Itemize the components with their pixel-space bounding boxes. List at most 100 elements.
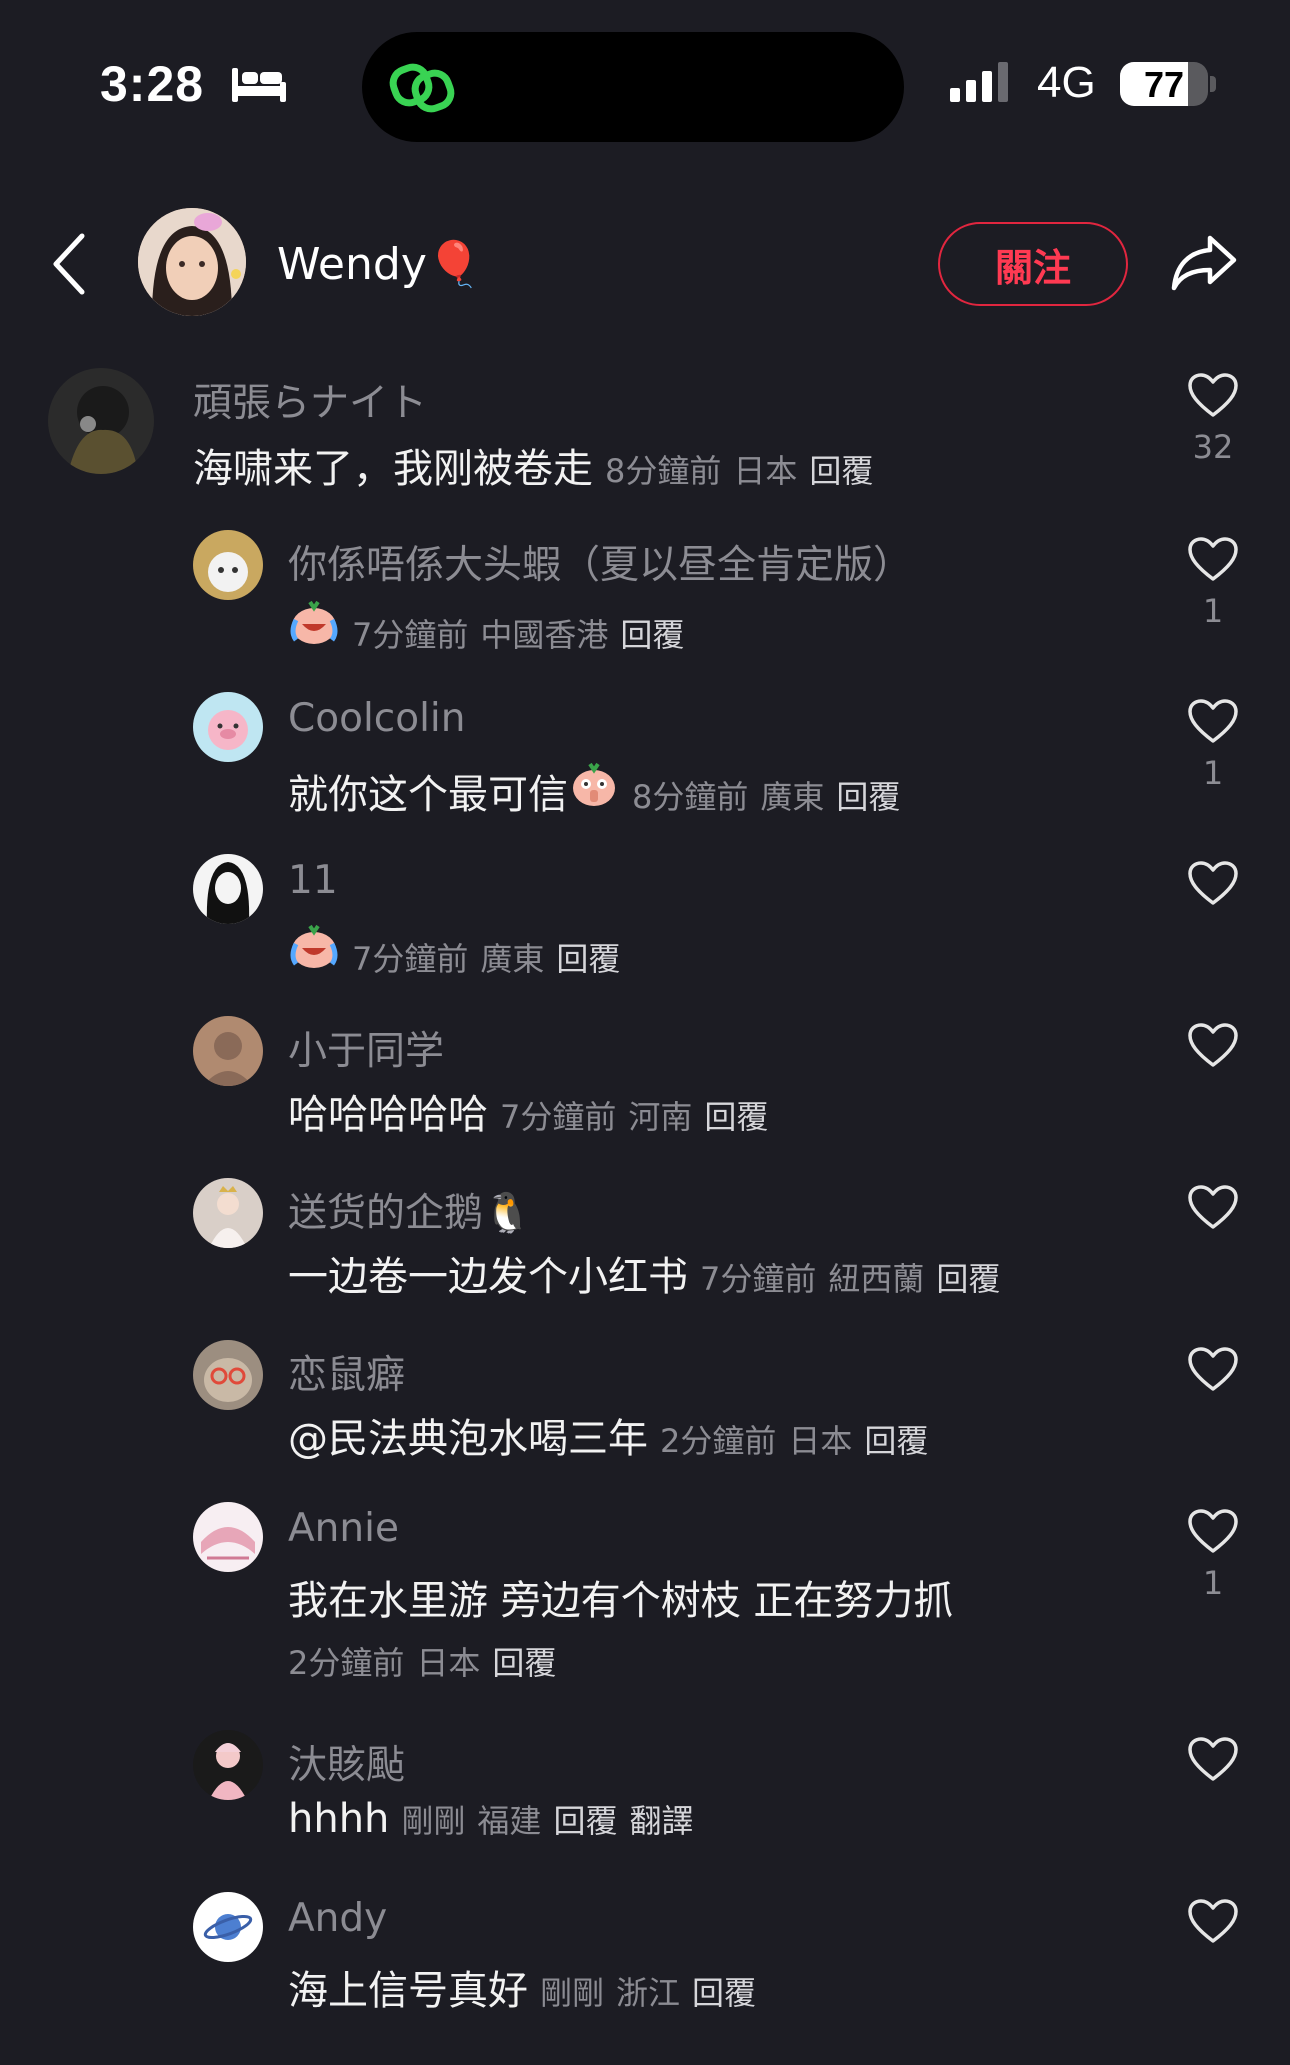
like-button[interactable]	[1183, 860, 1243, 916]
comment-time: 剛剛	[540, 1974, 605, 2012]
comment-location: 紐西蘭	[828, 1260, 925, 1298]
reply-button[interactable]: 回覆	[556, 934, 620, 980]
comment-username[interactable]: 送货的企鹅🐧	[288, 1182, 532, 1238]
like-button[interactable]	[1183, 1898, 1243, 1954]
avatar[interactable]	[193, 1892, 263, 1962]
like-count: 32	[1192, 428, 1234, 466]
heart-icon[interactable]	[1187, 1508, 1239, 1554]
comment-text: 就你这个最可信	[288, 772, 568, 818]
comment-location: 日本	[788, 1422, 853, 1460]
like-button[interactable]: 1	[1183, 698, 1243, 792]
reply-button[interactable]: 回覆	[936, 1254, 1000, 1300]
comment-username[interactable]: 頑張らナイト	[193, 372, 427, 428]
comment-location: 河南	[628, 1098, 693, 1136]
comment-time: 8分鐘前	[632, 778, 749, 816]
reply-button[interactable]: 回覆	[836, 772, 900, 818]
comment-time: 8分鐘前	[605, 452, 722, 490]
comment-username[interactable]: 你係唔係大头蝦（夏以昼全肯定版）	[288, 534, 912, 590]
share-icon[interactable]	[1170, 232, 1238, 292]
comment-text: 海啸来了，我刚被卷走	[193, 446, 593, 492]
dynamic-island	[362, 32, 904, 142]
follow-button[interactable]: 關注	[938, 222, 1128, 306]
reply-button[interactable]: 回覆	[553, 1796, 617, 1842]
avatar[interactable]	[193, 692, 263, 762]
comment-text: 海上信号真好	[288, 1968, 528, 2014]
shush-emoji	[573, 762, 615, 806]
like-count: 1	[1202, 1564, 1224, 1602]
comment-location: 浙江	[616, 1974, 681, 2012]
like-button[interactable]: 1	[1183, 536, 1243, 630]
avatar[interactable]	[193, 530, 263, 600]
comment-username[interactable]: Andy	[288, 1896, 387, 1941]
avatar[interactable]	[193, 1730, 263, 1800]
author-name[interactable]: Wendy🎈	[277, 238, 482, 290]
like-count: 1	[1202, 592, 1224, 630]
translate-button[interactable]: 翻譯	[629, 1796, 693, 1842]
comment-username[interactable]: 恋鼠癖	[288, 1344, 405, 1400]
reply-button[interactable]: 回覆	[704, 1092, 768, 1138]
author-avatar[interactable]	[138, 208, 246, 316]
comment-time: 7分鐘前	[352, 616, 469, 654]
comment-username[interactable]: Coolcolin	[288, 696, 465, 741]
reply-button[interactable]: 回覆	[692, 1968, 756, 2014]
comment-time: 2分鐘前	[660, 1422, 777, 1460]
avatar[interactable]	[193, 1502, 263, 1572]
comment-location: 日本	[733, 452, 798, 490]
heart-icon[interactable]	[1187, 1346, 1239, 1392]
signal-icon	[950, 62, 1008, 102]
reply-button[interactable]: 回覆	[809, 446, 873, 492]
heart-icon[interactable]	[1187, 1736, 1239, 1782]
like-count: 1	[1202, 754, 1224, 792]
bed-icon	[232, 68, 286, 102]
comment-text: hhhh	[288, 1796, 390, 1842]
back-icon[interactable]	[50, 232, 90, 296]
comment-location: 廣東	[480, 940, 545, 978]
avatar[interactable]	[193, 1340, 263, 1410]
comment-text: @民法典泡水喝三年	[288, 1416, 648, 1462]
like-button[interactable]: 32	[1183, 372, 1243, 466]
comment-username[interactable]: 小于同学	[288, 1020, 444, 1076]
heart-icon[interactable]	[1187, 698, 1239, 744]
heart-icon[interactable]	[1187, 536, 1239, 582]
comment-username[interactable]: 11	[288, 858, 338, 903]
heart-icon[interactable]	[1187, 860, 1239, 906]
comment-time: 7分鐘前	[500, 1098, 617, 1136]
comment-text: 我在水里游 旁边有个树枝 正在努力抓	[288, 1578, 954, 1624]
reply-button[interactable]: 回覆	[620, 610, 684, 656]
like-button[interactable]	[1183, 1184, 1243, 1240]
comment-location: 日本	[416, 1644, 481, 1682]
crying-laughing-emoji	[290, 924, 338, 968]
heart-icon[interactable]	[1187, 1022, 1239, 1068]
battery-icon: 77	[1120, 62, 1208, 106]
comment-time: 7分鐘前	[352, 940, 469, 978]
like-button[interactable]	[1183, 1022, 1243, 1078]
comment-time: 剛剛	[401, 1802, 466, 1840]
reply-button[interactable]: 回覆	[864, 1416, 928, 1462]
comment-time: 7分鐘前	[700, 1260, 817, 1298]
avatar[interactable]	[48, 368, 154, 474]
network-type: 4G	[1037, 58, 1096, 107]
like-button[interactable]: 1	[1183, 1508, 1243, 1602]
avatar[interactable]	[193, 1178, 263, 1248]
comment-location: 福建	[477, 1802, 542, 1840]
battery-level: 77	[1143, 64, 1185, 105]
avatar[interactable]	[193, 854, 263, 924]
comment-username[interactable]: 汏賅颭	[288, 1734, 405, 1790]
heart-icon[interactable]	[1187, 372, 1239, 418]
crying-laughing-emoji	[290, 600, 338, 644]
battery-tip	[1210, 76, 1216, 92]
comment-location: 廣東	[760, 778, 825, 816]
comment-username[interactable]: Annie	[288, 1506, 399, 1551]
reply-button[interactable]: 回覆	[492, 1638, 556, 1684]
avatar[interactable]	[193, 1016, 263, 1086]
status-time: 3:28	[100, 56, 205, 112]
link-icon	[389, 63, 455, 113]
comment-time: 2分鐘前	[288, 1644, 405, 1682]
heart-icon[interactable]	[1187, 1898, 1239, 1944]
heart-icon[interactable]	[1187, 1184, 1239, 1230]
comment-text: 一边卷一边发个小红书	[288, 1254, 688, 1300]
status-bar: 3:28 4G 77	[0, 0, 1290, 175]
like-button[interactable]	[1183, 1346, 1243, 1402]
comment-text: 哈哈哈哈哈	[288, 1092, 488, 1138]
like-button[interactable]	[1183, 1736, 1243, 1792]
